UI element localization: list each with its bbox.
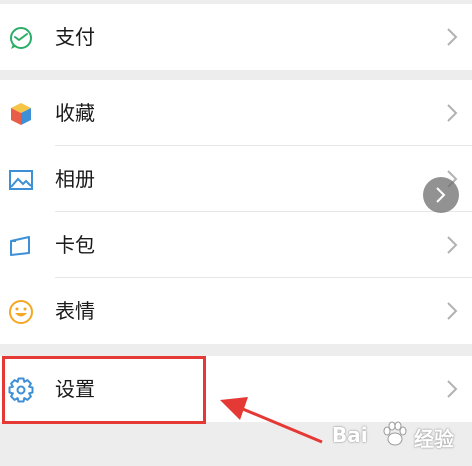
watermark-text: 经验	[414, 427, 454, 451]
annotation-arrow	[220, 397, 323, 444]
watermark-text: Bai	[332, 423, 368, 447]
paw-icon	[380, 419, 410, 453]
baidu-jingyan-watermark: Bai 经验	[330, 415, 470, 455]
